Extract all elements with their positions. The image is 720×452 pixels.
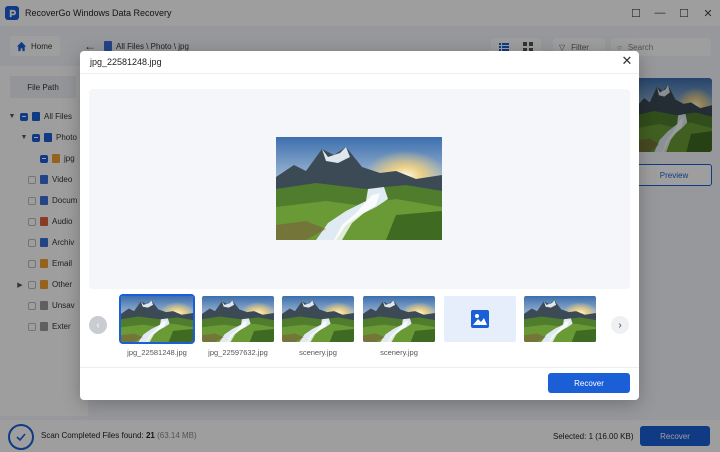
thumbnail[interactable]: [282, 296, 354, 342]
preview-stage: [89, 89, 630, 289]
thumbnail[interactable]: [363, 296, 435, 342]
thumbnail[interactable]: [119, 294, 195, 344]
thumbnail[interactable]: [444, 296, 516, 342]
preview-image: [276, 137, 442, 240]
recover-button[interactable]: Recover: [548, 373, 630, 393]
dialog-title: jpg_22581248.jpg: [90, 57, 162, 67]
previous-arrow-icon[interactable]: ‹: [89, 316, 107, 334]
thumbnail-image: [363, 296, 435, 342]
thumbnail[interactable]: [202, 296, 274, 342]
thumbnail-label: scenery.jpg: [299, 348, 337, 357]
thumbnail-image: [202, 296, 274, 342]
next-arrow-icon[interactable]: ›: [611, 316, 629, 334]
thumbnail[interactable]: [524, 296, 596, 342]
thumbnail-label: jpg_22597632.jpg: [208, 348, 268, 357]
close-icon[interactable]: ✕: [619, 53, 635, 69]
divider: [80, 73, 639, 74]
preview-dialog: jpg_22581248.jpg ✕ ‹ › jpg_22581248.jpgj…: [80, 51, 639, 400]
thumbnail-label: scenery.jpg: [380, 348, 418, 357]
thumbnail-label: jpg_22581248.jpg: [127, 348, 187, 357]
thumbnail-strip: ‹ › jpg_22581248.jpg jpg_22597632.jpg scen…: [80, 294, 639, 361]
thumbnail-image: [282, 296, 354, 342]
thumbnail-image: [524, 296, 596, 342]
image-placeholder-icon: [471, 310, 489, 328]
thumbnail-image: [121, 296, 193, 342]
divider: [80, 367, 639, 368]
